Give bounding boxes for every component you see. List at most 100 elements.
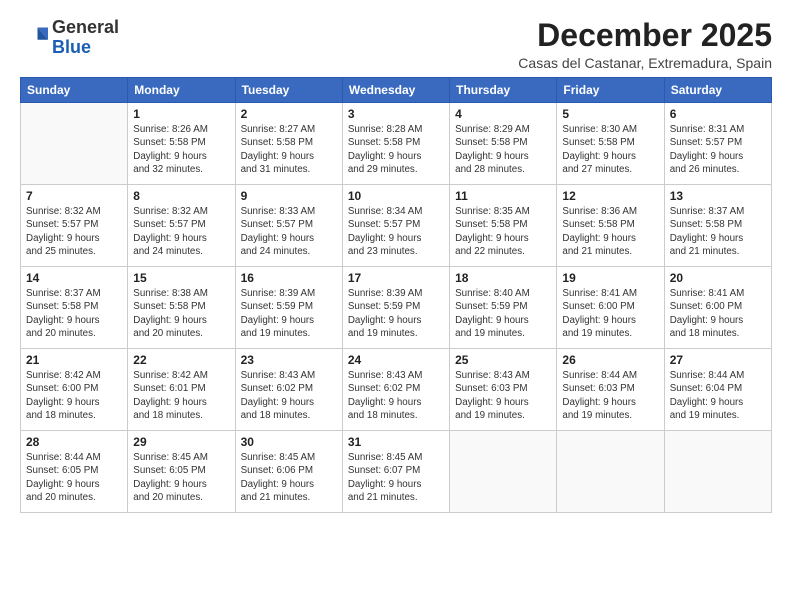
day-number: 17	[348, 271, 444, 285]
day-info: Sunrise: 8:32 AMSunset: 5:57 PMDaylight:…	[26, 205, 122, 258]
header-thursday: Thursday	[450, 78, 557, 103]
header-saturday: Saturday	[664, 78, 771, 103]
calendar-cell: 14 Sunrise: 8:37 AMSunset: 5:58 PMDayligh…	[21, 267, 128, 349]
calendar-cell: 19Sunrise: 8:41 AMSunset: 6:00 PMDayligh…	[557, 267, 664, 349]
calendar-cell	[21, 103, 128, 185]
day-info: Sunrise: 8:44 AMSunset: 6:04 PMDaylight:…	[670, 369, 766, 422]
title-area: December 2025 Casas del Castanar, Extrem…	[518, 18, 772, 71]
day-info: Sunrise: 8:45 AMSunset: 6:06 PMDaylight:…	[241, 451, 337, 504]
day-number: 1	[133, 107, 229, 121]
day-info: Sunrise: 8:42 AMSunset: 6:01 PMDaylight:…	[133, 369, 229, 422]
day-number: 20	[670, 271, 766, 285]
day-info: Sunrise: 8:26 AMSunset: 5:58 PMDaylight:…	[133, 123, 229, 176]
day-info: Sunrise: 8:42 AMSunset: 6:00 PMDaylight:…	[26, 369, 122, 422]
calendar-cell: 23 Sunrise: 8:43 AMSunset: 6:02 PMDayligh…	[235, 349, 342, 431]
calendar-cell: 9 Sunrise: 8:33 AMSunset: 5:57 PMDaylight…	[235, 185, 342, 267]
day-number: 25	[455, 353, 551, 367]
day-number: 29	[133, 435, 229, 449]
calendar-cell: 1 Sunrise: 8:26 AMSunset: 5:58 PMDaylight…	[128, 103, 235, 185]
header-wednesday: Wednesday	[342, 78, 449, 103]
day-info: Sunrise: 8:33 AMSunset: 5:57 PMDaylight:…	[241, 205, 337, 258]
calendar-cell: 24 Sunrise: 8:43 AMSunset: 6:02 PMDayligh…	[342, 349, 449, 431]
calendar-cell: 15 Sunrise: 8:38 AMSunset: 5:58 PMDayligh…	[128, 267, 235, 349]
day-number: 13	[670, 189, 766, 203]
calendar-cell: 18Sunrise: 8:40 AMSunset: 5:59 PMDayligh…	[450, 267, 557, 349]
calendar-cell: 13 Sunrise: 8:37 AMSunset: 5:58 PMDayligh…	[664, 185, 771, 267]
day-info: Sunrise: 8:39 AMSunset: 5:59 PMDaylight:…	[241, 287, 337, 340]
calendar-cell: 26Sunrise: 8:44 AMSunset: 6:03 PMDayligh…	[557, 349, 664, 431]
calendar-week-3: 14 Sunrise: 8:37 AMSunset: 5:58 PMDayligh…	[21, 267, 772, 349]
day-number: 27	[670, 353, 766, 367]
calendar-cell: 17Sunrise: 8:39 AMSunset: 5:59 PMDayligh…	[342, 267, 449, 349]
day-number: 5	[562, 107, 658, 121]
day-info: Sunrise: 8:31 AMSunset: 5:57 PMDaylight:…	[670, 123, 766, 176]
day-number: 22	[133, 353, 229, 367]
day-number: 26	[562, 353, 658, 367]
day-info: Sunrise: 8:43 AMSunset: 6:03 PMDaylight:…	[455, 369, 551, 422]
calendar-cell: 11 Sunrise: 8:35 AMSunset: 5:58 PMDayligh…	[450, 185, 557, 267]
day-info: Sunrise: 8:28 AMSunset: 5:58 PMDaylight:…	[348, 123, 444, 176]
day-info: Sunrise: 8:44 AMSunset: 6:05 PMDaylight:…	[26, 451, 122, 504]
calendar-cell: 30 Sunrise: 8:45 AMSunset: 6:06 PMDayligh…	[235, 431, 342, 513]
header-sunday: Sunday	[21, 78, 128, 103]
logo: General Blue	[20, 18, 119, 58]
calendar-cell: 31Sunrise: 8:45 AMSunset: 6:07 PMDayligh…	[342, 431, 449, 513]
calendar-cell	[664, 431, 771, 513]
calendar-cell: 5 Sunrise: 8:30 AMSunset: 5:58 PMDaylight…	[557, 103, 664, 185]
day-number: 12	[562, 189, 658, 203]
day-info: Sunrise: 8:29 AMSunset: 5:58 PMDaylight:…	[455, 123, 551, 176]
calendar-cell: 10Sunrise: 8:34 AMSunset: 5:57 PMDayligh…	[342, 185, 449, 267]
day-info: Sunrise: 8:35 AMSunset: 5:58 PMDaylight:…	[455, 205, 551, 258]
page-container: General Blue December 2025 Casas del Cas…	[0, 0, 792, 525]
day-info: Sunrise: 8:38 AMSunset: 5:58 PMDaylight:…	[133, 287, 229, 340]
location: Casas del Castanar, Extremadura, Spain	[518, 55, 772, 71]
calendar-week-5: 28Sunrise: 8:44 AMSunset: 6:05 PMDayligh…	[21, 431, 772, 513]
header-tuesday: Tuesday	[235, 78, 342, 103]
calendar-cell: 16Sunrise: 8:39 AMSunset: 5:59 PMDayligh…	[235, 267, 342, 349]
day-number: 2	[241, 107, 337, 121]
day-number: 3	[348, 107, 444, 121]
day-number: 14	[26, 271, 122, 285]
calendar-cell: 29 Sunrise: 8:45 AMSunset: 6:05 PMDayligh…	[128, 431, 235, 513]
day-info: Sunrise: 8:45 AMSunset: 6:05 PMDaylight:…	[133, 451, 229, 504]
day-number: 30	[241, 435, 337, 449]
header-monday: Monday	[128, 78, 235, 103]
day-number: 24	[348, 353, 444, 367]
day-number: 15	[133, 271, 229, 285]
calendar-cell: 22 Sunrise: 8:42 AMSunset: 6:01 PMDayligh…	[128, 349, 235, 431]
calendar-cell: 25 Sunrise: 8:43 AMSunset: 6:03 PMDayligh…	[450, 349, 557, 431]
day-number: 8	[133, 189, 229, 203]
calendar-week-2: 7Sunrise: 8:32 AMSunset: 5:57 PMDaylight…	[21, 185, 772, 267]
day-info: Sunrise: 8:41 AMSunset: 6:00 PMDaylight:…	[562, 287, 658, 340]
calendar-cell: 20 Sunrise: 8:41 AMSunset: 6:00 PMDayligh…	[664, 267, 771, 349]
day-number: 6	[670, 107, 766, 121]
day-info: Sunrise: 8:43 AMSunset: 6:02 PMDaylight:…	[348, 369, 444, 422]
day-info: Sunrise: 8:34 AMSunset: 5:57 PMDaylight:…	[348, 205, 444, 258]
day-number: 11	[455, 189, 551, 203]
calendar-week-1: 1 Sunrise: 8:26 AMSunset: 5:58 PMDaylight…	[21, 103, 772, 185]
day-info: Sunrise: 8:41 AMSunset: 6:00 PMDaylight:…	[670, 287, 766, 340]
day-info: Sunrise: 8:43 AMSunset: 6:02 PMDaylight:…	[241, 369, 337, 422]
calendar-cell: 4Sunrise: 8:29 AMSunset: 5:58 PMDaylight…	[450, 103, 557, 185]
calendar-cell: 21 Sunrise: 8:42 AMSunset: 6:00 PMDayligh…	[21, 349, 128, 431]
calendar-cell: 2Sunrise: 8:27 AMSunset: 5:58 PMDaylight…	[235, 103, 342, 185]
day-info: Sunrise: 8:37 AMSunset: 5:58 PMDaylight:…	[670, 205, 766, 258]
calendar-cell: 6 Sunrise: 8:31 AMSunset: 5:57 PMDaylight…	[664, 103, 771, 185]
calendar-cell	[450, 431, 557, 513]
day-number: 18	[455, 271, 551, 285]
logo-general-text: General	[52, 18, 119, 38]
day-info: Sunrise: 8:37 AMSunset: 5:58 PMDaylight:…	[26, 287, 122, 340]
day-number: 31	[348, 435, 444, 449]
logo-icon	[20, 24, 48, 52]
month-title: December 2025	[518, 18, 772, 53]
header-row: SundayMondayTuesdayWednesdayThursdayFrid…	[21, 78, 772, 103]
calendar-week-4: 21 Sunrise: 8:42 AMSunset: 6:00 PMDayligh…	[21, 349, 772, 431]
day-number: 9	[241, 189, 337, 203]
calendar-cell: 7Sunrise: 8:32 AMSunset: 5:57 PMDaylight…	[21, 185, 128, 267]
day-number: 21	[26, 353, 122, 367]
calendar-cell: 3 Sunrise: 8:28 AMSunset: 5:58 PMDaylight…	[342, 103, 449, 185]
calendar-cell	[557, 431, 664, 513]
day-number: 23	[241, 353, 337, 367]
calendar-cell: 12Sunrise: 8:36 AMSunset: 5:58 PMDayligh…	[557, 185, 664, 267]
day-info: Sunrise: 8:30 AMSunset: 5:58 PMDaylight:…	[562, 123, 658, 176]
